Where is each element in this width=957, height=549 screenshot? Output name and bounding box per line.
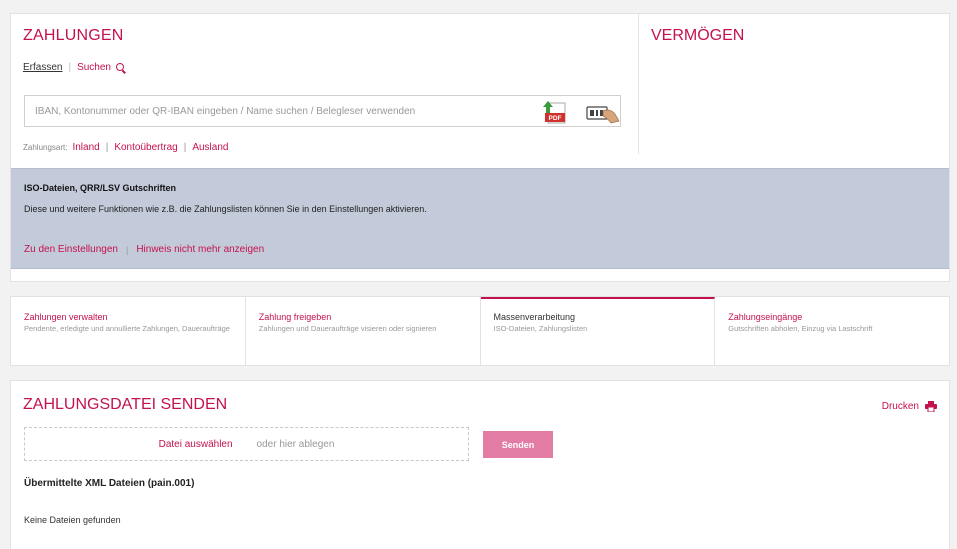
tab-description: Zahlungen und Daueraufträge visieren ode… bbox=[258, 324, 437, 333]
paytype-separator: | bbox=[183, 142, 187, 153]
tab-bulk-processing[interactable]: Massenverarbeitung ISO-Dateien, Zahlungs… bbox=[480, 297, 716, 365]
payment-search-input[interactable] bbox=[25, 96, 525, 126]
drop-hint: oder hier ablegen bbox=[256, 438, 335, 450]
upload-card: ZAHLUNGSDATEI SENDEN Drucken Datei auswä… bbox=[10, 380, 950, 549]
tab-description: Gutschriften abholen, Einzug via Lastsch… bbox=[728, 324, 873, 333]
tab-manage-payments[interactable]: Zahlungen verwalten Pendente, erledigte … bbox=[11, 297, 246, 365]
payment-type-row: Zahlungsart: Inland | Kontoübertrag | Au… bbox=[23, 142, 228, 153]
tab-incoming-payments[interactable]: Zahlungseingänge Gutschriften abholen, E… bbox=[715, 297, 949, 365]
search-link[interactable]: Suchen bbox=[77, 62, 111, 73]
payments-card: ZAHLUNGEN Erfassen | Suchen PDF bbox=[10, 13, 950, 282]
tab-label: Zahlung freigeben bbox=[258, 312, 332, 322]
tab-label: Massenverarbeitung bbox=[493, 312, 576, 322]
payments-title: ZAHLUNGEN bbox=[23, 27, 124, 44]
payment-type-label: Zahlungsart: bbox=[23, 143, 68, 152]
tab-label: Zahlungen verwalten bbox=[24, 312, 108, 322]
subnav-separator: | bbox=[68, 62, 72, 73]
go-to-settings-link[interactable]: Zu den Einstellungen bbox=[24, 244, 118, 255]
choose-file-link[interactable]: Datei auswählen bbox=[159, 439, 233, 450]
column-divider bbox=[638, 14, 639, 154]
hide-notice-link[interactable]: Hinweis nicht mehr anzeigen bbox=[136, 244, 264, 255]
payments-section: ZAHLUNGEN Erfassen | Suchen PDF bbox=[11, 14, 638, 168]
search-icon[interactable] bbox=[116, 62, 124, 71]
notice-banner: ISO-Dateien, QRR/LSV Gutschriften Diese … bbox=[11, 168, 949, 269]
payments-subnav: Erfassen | Suchen bbox=[23, 62, 124, 73]
upload-title: ZAHLUNGSDATEI SENDEN bbox=[23, 396, 228, 413]
payment-tabs: Zahlungen verwalten Pendente, erledigte … bbox=[10, 296, 950, 366]
svg-text:PDF: PDF bbox=[549, 115, 562, 122]
notice-text: Diese und weitere Funktionen wie z.B. di… bbox=[24, 204, 427, 214]
tab-label: Zahlungseingänge bbox=[728, 312, 803, 322]
print-label: Drucken bbox=[881, 401, 919, 412]
file-dropzone[interactable]: Datei auswählen oder hier ablegen bbox=[24, 427, 469, 461]
paytype-abroad-link[interactable]: Ausland bbox=[192, 142, 228, 153]
notice-title: ISO-Dateien, QRR/LSV Gutschriften bbox=[24, 183, 177, 193]
capture-link[interactable]: Erfassen bbox=[23, 62, 62, 73]
tab-description: Pendente, erledigte und annullierte Zahl… bbox=[24, 324, 230, 333]
tab-description: ISO-Dateien, Zahlungslisten bbox=[493, 324, 588, 333]
document-scanner-icon[interactable] bbox=[585, 101, 621, 125]
send-button[interactable]: Senden bbox=[483, 431, 553, 458]
printer-icon bbox=[925, 401, 937, 412]
no-files-message: Keine Dateien gefunden bbox=[24, 515, 121, 525]
assets-title: VERMÖGEN bbox=[651, 27, 745, 44]
pdf-upload-icon[interactable]: PDF bbox=[542, 99, 568, 125]
paytype-separator: | bbox=[105, 142, 109, 153]
notice-links: Zu den Einstellungen | Hinweis nicht meh… bbox=[24, 244, 264, 255]
payment-search-box: PDF bbox=[24, 95, 621, 127]
paytype-inland-link[interactable]: Inland bbox=[72, 142, 99, 153]
notice-separator: | bbox=[125, 244, 129, 255]
transmitted-files-title: Übermittelte XML Dateien (pain.001) bbox=[24, 478, 195, 489]
print-link[interactable]: Drucken bbox=[882, 401, 937, 412]
tab-approve-payment[interactable]: Zahlung freigeben Zahlungen und Dauerauf… bbox=[246, 297, 481, 365]
paytype-transfer-link[interactable]: Kontoübertrag bbox=[114, 142, 177, 153]
